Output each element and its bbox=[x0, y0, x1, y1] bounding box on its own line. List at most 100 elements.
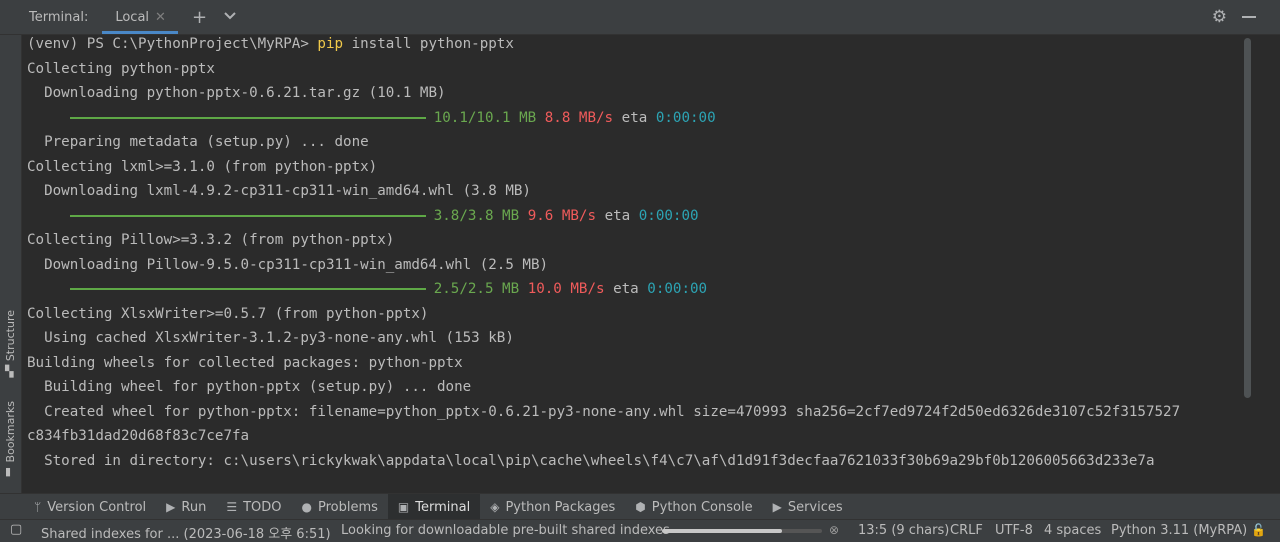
terminal-text: Collecting XlsxWriter>=0.5.7 (from pytho… bbox=[27, 305, 429, 322]
terminal-line: Preparing metadata (setup.py) ... done bbox=[27, 131, 369, 153]
terminal-line: Stored in directory: c:\users\rickykwak\… bbox=[27, 450, 1155, 472]
terminal-text: 0:00:00 bbox=[655, 109, 716, 126]
tab-local[interactable]: Local ✕ bbox=[102, 0, 178, 34]
terminal-text: 8.8 MB/s bbox=[544, 109, 614, 126]
layout-icon[interactable]: ▢ bbox=[10, 522, 22, 537]
scrollbar-thumb[interactable] bbox=[1244, 38, 1251, 398]
terminal-line: Building wheels for collected packages: … bbox=[27, 352, 463, 374]
terminal-text: Collecting python-pptx bbox=[27, 60, 215, 77]
terminal-line: 3.8/3.8 MB 9.6 MB/s eta 0:00:00 bbox=[27, 205, 699, 227]
terminal-line: (venv) PS C:\PythonProject\MyRPA> pip in… bbox=[27, 35, 514, 55]
structure-icon: ▚ bbox=[5, 365, 14, 378]
close-icon[interactable]: ✕ bbox=[155, 10, 166, 25]
terminal-line: Created wheel for python-pptx: filename=… bbox=[27, 401, 1180, 423]
terminal-line: Collecting lxml>=3.1.0 (from python-pptx… bbox=[27, 156, 377, 178]
terminal-text: Preparing metadata (setup.py) ... done bbox=[27, 134, 369, 150]
terminal-icon: ▣ bbox=[397, 500, 410, 514]
tool-window-label: Problems bbox=[317, 499, 378, 515]
terminal-text: eta bbox=[613, 109, 656, 126]
run-icon: ▶ bbox=[166, 500, 176, 514]
terminal-text: 0:00:00 bbox=[638, 207, 699, 224]
terminal-text: Stored in directory: c:\users\rickykwak\… bbox=[27, 452, 1155, 469]
terminal-line: Downloading lxml-4.9.2-cp311-cp311-win_a… bbox=[27, 180, 531, 202]
progress-bar bbox=[662, 529, 822, 533]
terminal-text: Building wheel for python-pptx (setup.py… bbox=[27, 379, 472, 395]
tool-window-python-packages[interactable]: ◈ Python Packages bbox=[480, 494, 625, 520]
terminal-text: Created wheel for python-pptx: filename=… bbox=[27, 403, 1181, 420]
terminal-line: Collecting python-pptx bbox=[27, 58, 215, 80]
terminal-line: c834fb31dad20d68f83c7ce7fa bbox=[27, 425, 249, 447]
tool-window-version-control[interactable]: ᛘ Version Control bbox=[24, 494, 156, 520]
terminal-text: eta bbox=[604, 281, 648, 297]
bookmark-icon: ▮ bbox=[5, 465, 12, 478]
terminal-line: Downloading Pillow-9.5.0-cp311-cp311-win… bbox=[27, 254, 548, 276]
branch-icon: ᛘ bbox=[34, 500, 42, 514]
tool-window-run[interactable]: ▶ Run bbox=[156, 494, 216, 520]
tool-window-label: Version Control bbox=[47, 499, 147, 515]
lock-icon[interactable]: 🔓 bbox=[1251, 523, 1266, 537]
problems-icon: ● bbox=[301, 500, 312, 514]
terminal-text: Downloading lxml-4.9.2-cp311-cp311-win_a… bbox=[27, 183, 531, 199]
python-interpreter[interactable]: Python 3.11 (MyRPA) bbox=[1111, 523, 1247, 538]
progress-fill bbox=[662, 529, 782, 533]
line-separator[interactable]: CRLF bbox=[950, 523, 983, 538]
terminal-text: 0:00:00 bbox=[647, 281, 708, 297]
chevron-down-icon[interactable] bbox=[223, 9, 237, 25]
bottom-tool-bar: ᛘ Version Control ▶ Run ☰ TODO ● Problems ▣ Termi… bbox=[0, 493, 1280, 520]
cancel-task-icon[interactable]: ⊗ bbox=[829, 523, 839, 537]
terminal-text: 2.5/2.5 MB bbox=[433, 281, 520, 297]
left-tool-stripe: Structure ▚ Bookmarks ▮ bbox=[0, 35, 22, 493]
services-icon: ▶ bbox=[772, 500, 782, 514]
download-progress-bar bbox=[69, 214, 426, 217]
terminal-text: Downloading Pillow-9.5.0-cp311-cp311-win… bbox=[27, 256, 549, 273]
terminal-text: Collecting lxml>=3.1.0 (from python-pptx… bbox=[27, 158, 378, 175]
add-tab-icon[interactable]: + bbox=[192, 7, 207, 28]
tool-window-label: Python Console bbox=[651, 499, 753, 515]
tool-window-problems[interactable]: ● Problems bbox=[292, 494, 388, 520]
console-icon: ⬢ bbox=[635, 500, 646, 514]
terminal-line: Using cached XlsxWriter-3.1.2-py3-none-a… bbox=[27, 327, 514, 349]
terminal-text: Downloading python-pptx-0.6.21.tar.gz (1… bbox=[27, 85, 446, 101]
shared-indexes-status[interactable]: Shared indexes for ... (2023-06-18 오후 6:… bbox=[41, 523, 331, 542]
tool-window-services[interactable]: ▶ Services bbox=[763, 494, 853, 520]
terminal-line: 2.5/2.5 MB 10.0 MB/s eta 0:00:00 bbox=[27, 278, 707, 300]
hide-icon[interactable] bbox=[1242, 16, 1256, 18]
tab-local-label: Local bbox=[115, 9, 150, 25]
terminal-output[interactable]: (venv) PS C:\PythonProject\MyRPA> pip in… bbox=[22, 35, 1240, 493]
tool-window-label: TODO bbox=[243, 499, 282, 515]
background-task-text[interactable]: Looking for downloadable pre-built share… bbox=[341, 523, 670, 538]
tool-window-python-console[interactable]: ⬢ Python Console bbox=[625, 494, 762, 520]
tool-window-terminal[interactable]: ▣ Terminal bbox=[387, 494, 481, 520]
terminal-text: (venv) PS C:\PythonProject\MyRPA> bbox=[27, 36, 318, 52]
terminal-line: Collecting Pillow>=3.3.2 (from python-pp… bbox=[27, 229, 394, 251]
indent-setting[interactable]: 4 spaces bbox=[1044, 523, 1101, 538]
terminal-text: Collecting Pillow>=3.3.2 (from python-pp… bbox=[27, 232, 395, 248]
terminal-text: 9.6 MB/s bbox=[527, 207, 597, 224]
tool-window-todo[interactable]: ☰ TODO bbox=[216, 494, 291, 520]
terminal-text: install python-pptx bbox=[343, 36, 514, 52]
status-bar: ▢ Shared indexes for ... (2023-06-18 오후 … bbox=[0, 519, 1280, 542]
packages-icon: ◈ bbox=[490, 500, 500, 514]
terminal-line: Building wheel for python-pptx (setup.py… bbox=[27, 376, 471, 398]
terminal-text: eta bbox=[596, 207, 639, 224]
download-progress-bar bbox=[69, 288, 426, 290]
gear-icon[interactable]: ⚙ bbox=[1212, 7, 1227, 27]
terminal-text: c834fb31dad20d68f83c7ce7fa bbox=[27, 428, 250, 444]
tool-window-label: Services bbox=[787, 499, 843, 515]
tool-window-label: Python Packages bbox=[505, 499, 616, 515]
terminal-text: 3.8/3.8 MB bbox=[433, 207, 520, 224]
terminal-line: 10.1/10.1 MB 8.8 MB/s eta 0:00:00 bbox=[27, 107, 716, 129]
terminal-line: Downloading python-pptx-0.6.21.tar.gz (1… bbox=[27, 82, 446, 104]
terminal-line: Collecting XlsxWriter>=0.5.7 (from pytho… bbox=[27, 303, 428, 325]
tool-window-label: Terminal bbox=[415, 499, 471, 515]
terminal-text: Using cached XlsxWriter-3.1.2-py3-none-a… bbox=[27, 330, 514, 346]
file-encoding[interactable]: UTF-8 bbox=[995, 523, 1033, 538]
caret-position[interactable]: 13:5 (9 chars) bbox=[858, 523, 949, 538]
bookmarks-tab[interactable]: Bookmarks bbox=[4, 401, 17, 462]
terminal-text: 10.0 MB/s bbox=[527, 281, 605, 297]
structure-tab[interactable]: Structure bbox=[4, 310, 17, 361]
terminal-text: pip bbox=[317, 36, 344, 52]
